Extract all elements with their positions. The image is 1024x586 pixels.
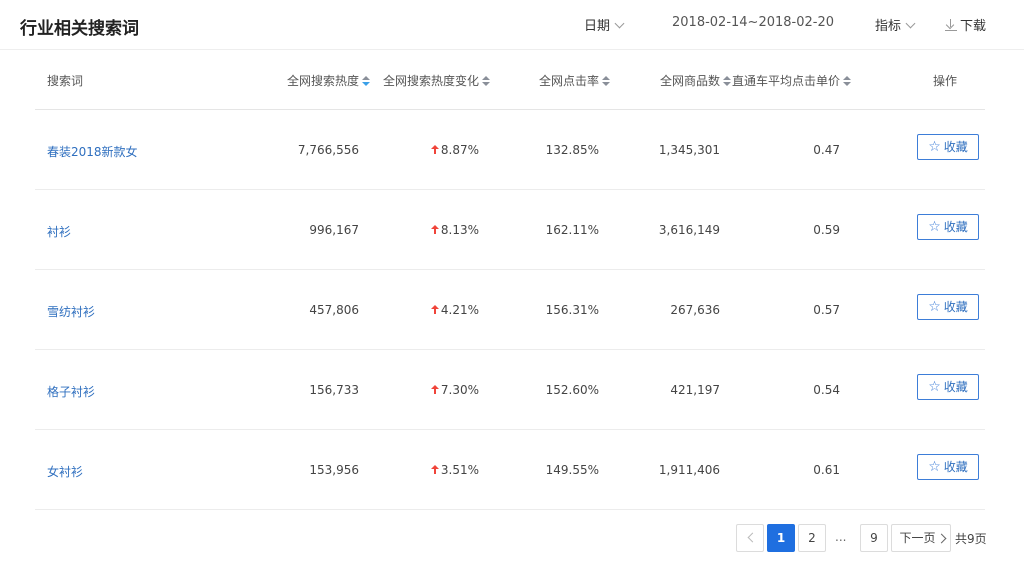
search-heat-value: 996,167 [309,223,359,237]
table-row: 格子衬衫 156,733 7.30% 152.60% 421,197 0.54 ☆ 收藏 [35,350,985,430]
date-range[interactable]: 2018-02-14~2018-02-20 [672,15,834,30]
arrow-up-icon [430,225,439,234]
column-header-heat-change[interactable]: 全网搜索热度变化 [383,72,491,89]
ctr-value: 149.55% [545,463,599,477]
table-row: 雪纺衬衫 457,806 4.21% 156.31% 267,636 0.57 ☆ 收藏 [35,270,985,350]
star-icon: ☆ [928,379,941,395]
column-header-action: 操作 [933,74,958,88]
heat-change-value: 7.30% [430,383,479,397]
heat-change-value: 8.87% [430,143,479,157]
products-value: 1,911,406 [658,463,720,477]
avg-cpc-value: 0.59 [813,223,840,237]
avg-cpc-value: 0.61 [813,463,840,477]
table-row: 衬衫 996,167 8.13% 162.11% 3,616,149 0.59 ☆ 收藏 [35,190,985,270]
ctr-value: 156.31% [545,303,599,317]
star-icon: ☆ [928,219,941,235]
sort-icon [843,76,852,87]
date-label: 日期 [584,19,611,34]
download-icon [945,19,957,31]
metric-dropdown[interactable]: 指标 [875,15,916,34]
keyword-link[interactable]: 格子衬衫 [47,383,95,400]
download-label: 下载 [960,19,987,34]
star-icon: ☆ [928,139,941,155]
chevron-right-icon [936,533,946,544]
products-value: 267,636 [670,303,720,317]
total-pages: 共9页 [955,532,987,546]
favorite-button[interactable]: ☆ 收藏 [917,214,979,240]
heat-change-value: 8.13% [430,223,479,237]
page-button-1[interactable]: 1 [767,524,795,552]
star-icon: ☆ [928,459,941,475]
page-header: 行业相关搜索词 日期 2018-02-14~2018-02-20 指标 下载 [0,0,1024,50]
table-row: 女衬衫 153,956 3.51% 149.55% 1,911,406 0.61 ☆ 收藏 [35,430,985,510]
favorite-button[interactable]: ☆ 收藏 [917,454,979,480]
favorite-label: 收藏 [943,300,968,314]
sort-icon [362,76,371,87]
chevron-left-icon [747,532,757,543]
column-header-keyword: 搜索词 [47,74,84,88]
sort-icon [482,76,491,87]
heat-change-value: 4.21% [430,303,479,317]
ctr-value: 152.60% [545,383,599,397]
table-row: 春装2018新款女 7,766,556 8.87% 132.85% 1,345,301 0… [35,110,985,190]
search-heat-value: 457,806 [309,303,359,317]
download-button[interactable]: 下载 [945,15,986,34]
column-header-avg-cpc[interactable]: 直通车平均点击单价 [732,72,852,89]
keyword-link[interactable]: 春装2018新款女 [47,143,138,160]
avg-cpc-value: 0.57 [813,303,840,317]
search-heat-value: 156,733 [309,383,359,397]
search-heat-value: 153,956 [309,463,359,477]
favorite-label: 收藏 [943,380,968,394]
avg-cpc-value: 0.54 [813,383,840,397]
table-header: 搜索词 全网搜索热度 全网搜索热度变化 全网点击率 全网商品数 直通车平均点击单… [35,50,985,110]
favorite-label: 收藏 [943,220,968,234]
next-page-button[interactable]: 下一页 [891,524,951,552]
favorite-button[interactable]: ☆ 收藏 [917,374,979,400]
page-title: 行业相关搜索词 [20,19,139,39]
ctr-value: 162.11% [545,223,599,237]
favorite-button[interactable]: ☆ 收藏 [917,294,979,320]
favorite-button[interactable]: ☆ 收藏 [917,134,979,160]
chevron-down-icon [614,18,625,29]
date-dropdown[interactable]: 日期 [584,15,625,34]
page-button-2[interactable]: 2 [798,524,826,552]
products-value: 3,616,149 [658,223,720,237]
page-button-9[interactable]: 9 [860,524,888,552]
heat-change-value: 3.51% [430,463,479,477]
keyword-link[interactable]: 雪纺衬衫 [47,303,95,320]
arrow-up-icon [430,305,439,314]
arrow-up-icon [430,465,439,474]
search-terms-table: 搜索词 全网搜索热度 全网搜索热度变化 全网点击率 全网商品数 直通车平均点击单… [35,50,985,510]
pagination-ellipsis: ... [835,530,847,544]
metric-label: 指标 [875,19,902,34]
ctr-value: 132.85% [545,143,599,157]
arrow-up-icon [430,145,439,154]
sort-icon [723,76,732,87]
keyword-link[interactable]: 衬衫 [47,223,71,240]
avg-cpc-value: 0.47 [813,143,840,157]
keyword-link[interactable]: 女衬衫 [47,463,83,480]
table-body: 春装2018新款女 7,766,556 8.87% 132.85% 1,345,301 0… [35,110,985,510]
column-header-ctr[interactable]: 全网点击率 [539,72,611,89]
star-icon: ☆ [928,299,941,315]
products-value: 421,197 [670,383,720,397]
products-value: 1,345,301 [658,143,720,157]
sort-icon [602,76,611,87]
arrow-up-icon [430,385,439,394]
favorite-label: 收藏 [943,140,968,154]
chevron-down-icon [905,18,916,29]
column-header-products[interactable]: 全网商品数 [660,72,732,89]
favorite-label: 收藏 [943,460,968,474]
prev-page-button[interactable] [736,524,764,552]
column-header-search-heat[interactable]: 全网搜索热度 [287,72,371,89]
search-heat-value: 7,766,556 [297,143,359,157]
